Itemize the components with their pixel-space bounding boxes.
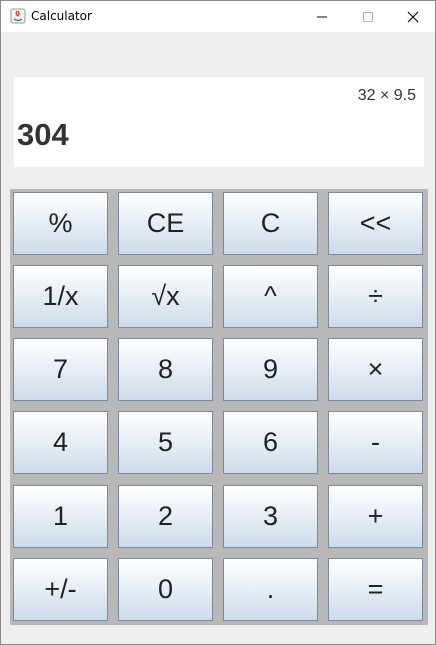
digit-8-button[interactable]: 8 — [118, 338, 213, 401]
result-text: 304 — [17, 117, 69, 152]
digit-3-button[interactable]: 3 — [223, 485, 318, 548]
square-root-button[interactable]: √x — [118, 265, 213, 328]
calculator-window: Calculator 32 × 9.5 304 % CE C << 1/x √x ^ ÷ 7 8 9… — [0, 0, 436, 645]
maximize-icon — [363, 11, 373, 22]
subtract-button[interactable]: - — [328, 411, 423, 474]
power-button[interactable]: ^ — [223, 265, 318, 328]
clear-button[interactable]: C — [223, 192, 318, 255]
clear-entry-button[interactable]: CE — [118, 192, 213, 255]
digit-9-button[interactable]: 9 — [223, 338, 318, 401]
percent-button[interactable]: % — [13, 192, 108, 255]
negate-button[interactable]: +/- — [13, 558, 108, 621]
digit-4-button[interactable]: 4 — [13, 411, 108, 474]
reciprocal-button[interactable]: 1/x — [13, 265, 108, 328]
divide-button[interactable]: ÷ — [328, 265, 423, 328]
window-title: Calculator — [31, 9, 92, 23]
digit-7-button[interactable]: 7 — [13, 338, 108, 401]
equals-button[interactable]: = — [328, 558, 423, 621]
calculator-display: 32 × 9.5 304 — [14, 77, 424, 167]
maximize-button[interactable] — [345, 1, 391, 32]
title-bar[interactable]: Calculator — [1, 1, 435, 32]
close-button[interactable] — [390, 1, 436, 32]
digit-1-button[interactable]: 1 — [13, 485, 108, 548]
backspace-button[interactable]: << — [328, 192, 423, 255]
minimize-button[interactable] — [299, 1, 345, 32]
add-button[interactable]: + — [328, 485, 423, 548]
digit-2-button[interactable]: 2 — [118, 485, 213, 548]
minimize-icon — [317, 16, 327, 17]
close-icon — [407, 11, 419, 22]
keypad: % CE C << 1/x √x ^ ÷ 7 8 9 × 4 5 6- 1 2 3 + +/- 0. = — [10, 189, 428, 625]
digit-0-button[interactable]: 0 — [118, 558, 213, 621]
multiply-button[interactable]: × — [328, 338, 423, 401]
expression-text: 32 × 9.5 — [357, 87, 416, 104]
digit-6-button[interactable]: 6 — [223, 411, 318, 474]
digit-5-button[interactable]: 5 — [118, 411, 213, 474]
java-app-icon — [10, 8, 26, 24]
decimal-point-button[interactable]: . — [223, 558, 318, 621]
